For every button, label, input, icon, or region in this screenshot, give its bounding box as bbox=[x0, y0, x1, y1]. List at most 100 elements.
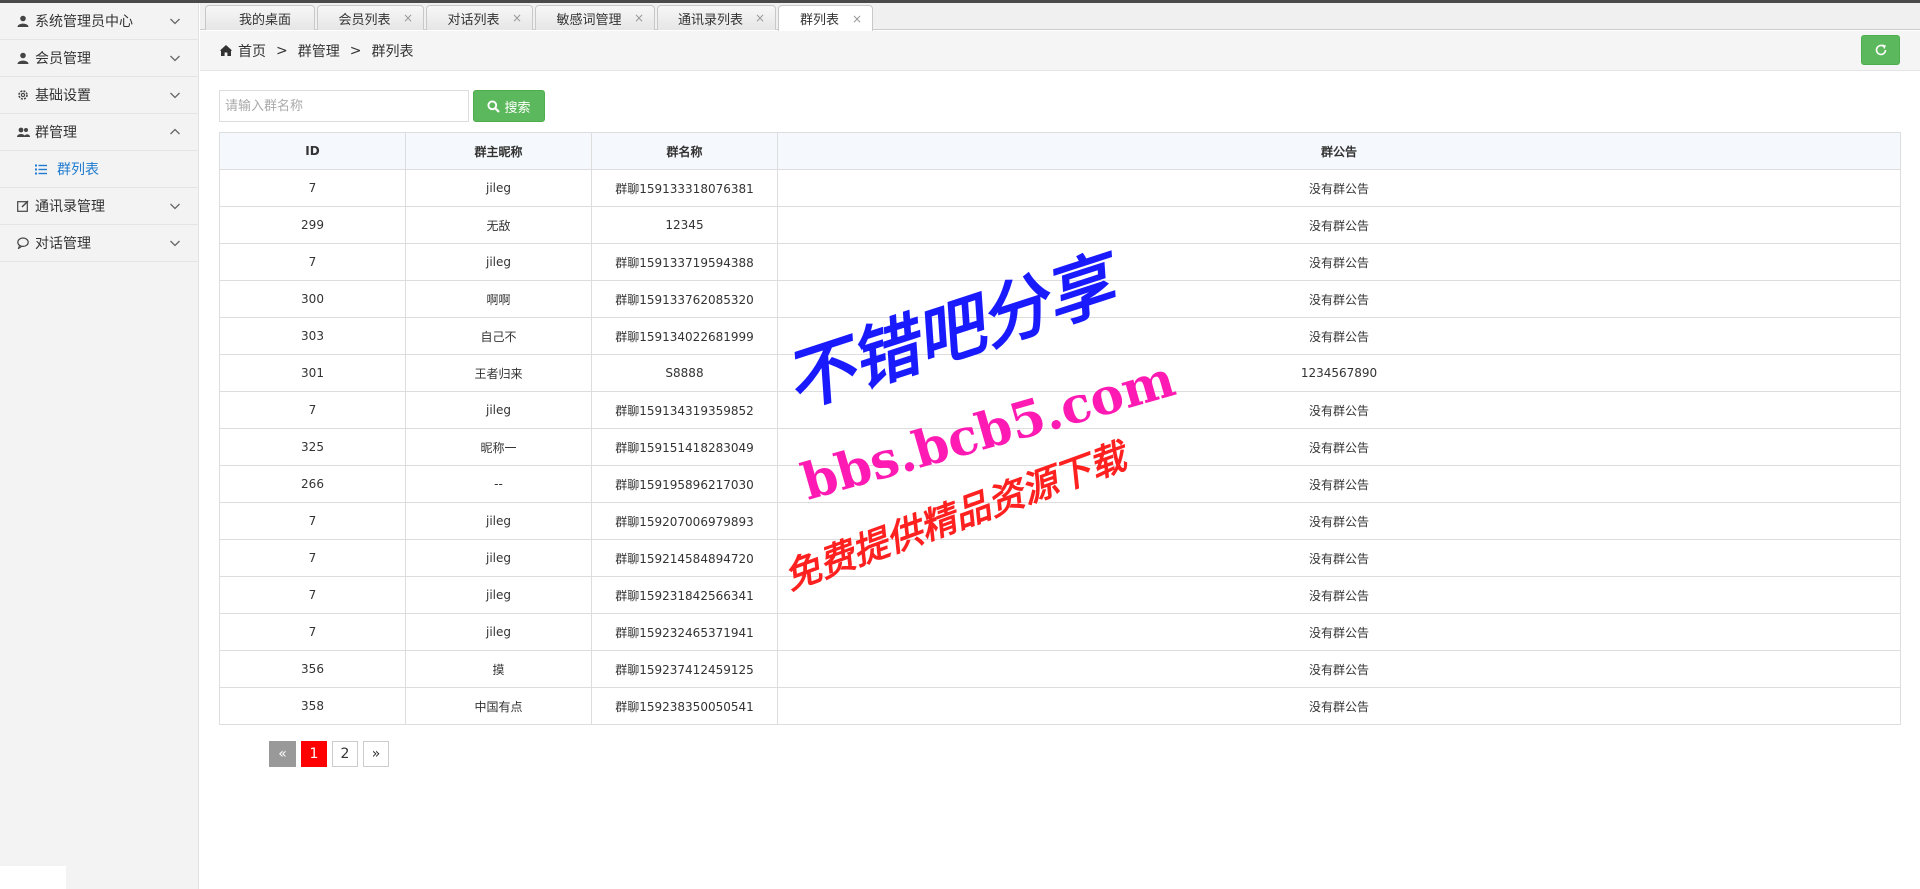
breadcrumb: 首页 > 群管理 > 群列表 bbox=[200, 31, 1920, 71]
cell-owner: jileg bbox=[405, 169, 592, 207]
tab-member-list[interactable]: 会员列表 × bbox=[317, 5, 424, 30]
edit-icon bbox=[16, 199, 30, 213]
table-row: 7 jileg 群聊159133719594388 没有群公告 bbox=[219, 243, 1901, 281]
sidebar-subitem-label: 群列表 bbox=[57, 162, 99, 178]
cell-notice: 没有群公告 bbox=[777, 243, 1901, 281]
table-row: 299 无敌 12345 没有群公告 bbox=[219, 206, 1901, 244]
refresh-button[interactable] bbox=[1861, 35, 1900, 65]
cell-owner: 无敌 bbox=[405, 206, 592, 244]
table-row: 7 jileg 群聊159214584894720 没有群公告 bbox=[219, 539, 1901, 577]
cell-group-name: 群聊159214584894720 bbox=[591, 539, 778, 577]
cell-group-name: S8888 bbox=[591, 354, 778, 392]
sidebar-subitem-group-list[interactable]: 群列表 bbox=[0, 151, 198, 188]
home-icon bbox=[219, 44, 233, 58]
cell-notice: 没有群公告 bbox=[777, 502, 1901, 540]
table-row: 301 王者归来 S8888 1234567890 bbox=[219, 354, 1901, 392]
pagination-page-1[interactable]: 1 bbox=[301, 741, 327, 767]
sidebar-item-admin-center[interactable]: 系统管理员中心 bbox=[0, 3, 198, 40]
chevron-down-icon bbox=[170, 18, 180, 25]
breadcrumb-level1: 群管理 bbox=[297, 43, 340, 60]
table-header-row: ID 群主昵称 群名称 群公告 bbox=[219, 132, 1901, 170]
cell-owner: 王者归来 bbox=[405, 354, 592, 392]
sidebar-item-label: 对话管理 bbox=[35, 236, 91, 252]
cell-notice: 没有群公告 bbox=[777, 280, 1901, 318]
tab-label: 会员列表 bbox=[338, 12, 391, 28]
table-row: 356 摸 群聊159237412459125 没有群公告 bbox=[219, 650, 1901, 688]
close-icon[interactable]: × bbox=[753, 11, 767, 25]
search-button[interactable]: 搜索 bbox=[473, 90, 545, 122]
cell-id: 7 bbox=[219, 391, 406, 429]
close-icon[interactable]: × bbox=[510, 11, 524, 25]
cell-owner: jileg bbox=[405, 243, 592, 281]
sidebar: 系统管理员中心 会员管理 基础设置 群管理 群列表 通讯录管理 对话管理 bbox=[0, 3, 199, 889]
cell-group-name: 群聊159134319359852 bbox=[591, 391, 778, 429]
column-header-id: ID bbox=[219, 132, 406, 170]
breadcrumb-home[interactable]: 首页 bbox=[238, 41, 266, 61]
table-row: 7 jileg 群聊159232465371941 没有群公告 bbox=[219, 613, 1901, 651]
search-button-label: 搜索 bbox=[504, 100, 531, 116]
cell-notice: 没有群公告 bbox=[777, 465, 1901, 503]
chevron-up-icon bbox=[170, 128, 180, 135]
cell-id: 7 bbox=[219, 613, 406, 651]
cell-id: 358 bbox=[219, 687, 406, 725]
tab-group-list[interactable]: 群列表 × bbox=[778, 5, 873, 31]
group-name-search-input[interactable] bbox=[219, 90, 469, 122]
cell-id: 301 bbox=[219, 354, 406, 392]
sidebar-item-contacts[interactable]: 通讯录管理 bbox=[0, 188, 198, 225]
close-icon[interactable]: × bbox=[632, 11, 646, 25]
pagination: « 1 2 » bbox=[269, 741, 394, 767]
users-icon bbox=[16, 125, 30, 139]
cell-owner: jileg bbox=[405, 539, 592, 577]
tab-label: 对话列表 bbox=[447, 12, 500, 28]
sidebar-item-label: 群管理 bbox=[35, 125, 77, 141]
cell-owner: 中国有点 bbox=[405, 687, 592, 725]
chevron-down-icon bbox=[170, 240, 180, 247]
cell-notice: 没有群公告 bbox=[777, 206, 1901, 244]
cell-notice: 没有群公告 bbox=[777, 539, 1901, 577]
table-row: 7 jileg 群聊159207006979893 没有群公告 bbox=[219, 502, 1901, 540]
cell-group-name: 12345 bbox=[591, 206, 778, 244]
cell-id: 7 bbox=[219, 169, 406, 207]
cell-owner: jileg bbox=[405, 391, 592, 429]
pagination-next-button[interactable]: » bbox=[363, 741, 389, 767]
close-icon[interactable]: × bbox=[401, 11, 415, 25]
breadcrumb-separator: > bbox=[276, 42, 288, 59]
sidebar-item-dialogs[interactable]: 对话管理 bbox=[0, 225, 198, 262]
sidebar-footer bbox=[0, 866, 66, 889]
cell-group-name: 群聊159133318076381 bbox=[591, 169, 778, 207]
tab-label: 敏感词管理 bbox=[556, 12, 622, 28]
sidebar-item-groups[interactable]: 群管理 bbox=[0, 114, 198, 151]
tab-sensitive-words[interactable]: 敏感词管理 × bbox=[535, 5, 655, 30]
sidebar-item-members[interactable]: 会员管理 bbox=[0, 40, 198, 77]
tab-desktop[interactable]: 我的桌面 bbox=[205, 5, 315, 30]
cell-owner: jileg bbox=[405, 576, 592, 614]
cell-id: 7 bbox=[219, 576, 406, 614]
cell-id: 266 bbox=[219, 465, 406, 503]
cell-group-name: 群聊159232465371941 bbox=[591, 613, 778, 651]
pagination-prev-button[interactable]: « bbox=[269, 741, 296, 767]
close-icon[interactable]: × bbox=[850, 12, 864, 26]
tab-dialog-list[interactable]: 对话列表 × bbox=[426, 5, 533, 30]
column-header-group-name: 群名称 bbox=[591, 132, 778, 170]
tab-contacts-list[interactable]: 通讯录列表 × bbox=[657, 5, 776, 30]
user-icon bbox=[16, 51, 30, 65]
cell-notice: 没有群公告 bbox=[777, 613, 1901, 651]
sidebar-item-settings[interactable]: 基础设置 bbox=[0, 77, 198, 114]
column-header-owner: 群主昵称 bbox=[405, 132, 592, 170]
column-header-notice: 群公告 bbox=[777, 132, 1901, 170]
cell-notice: 没有群公告 bbox=[777, 687, 1901, 725]
pagination-page-2[interactable]: 2 bbox=[332, 741, 358, 767]
cell-id: 299 bbox=[219, 206, 406, 244]
table-row: 266 -- 群聊159195896217030 没有群公告 bbox=[219, 465, 1901, 503]
sidebar-item-label: 基础设置 bbox=[35, 88, 91, 104]
group-table: ID 群主昵称 群名称 群公告 7 jileg 群聊15913331807638… bbox=[219, 132, 1901, 725]
chevron-down-icon bbox=[170, 55, 180, 62]
sidebar-item-label: 通讯录管理 bbox=[35, 199, 105, 215]
cell-owner: 自己不 bbox=[405, 317, 592, 355]
cell-notice: 没有群公告 bbox=[777, 650, 1901, 688]
cell-owner: 昵称一 bbox=[405, 428, 592, 466]
cell-notice: 没有群公告 bbox=[777, 169, 1901, 207]
table-row: 300 啊啊 群聊159133762085320 没有群公告 bbox=[219, 280, 1901, 318]
cell-id: 356 bbox=[219, 650, 406, 688]
cell-owner: jileg bbox=[405, 613, 592, 651]
